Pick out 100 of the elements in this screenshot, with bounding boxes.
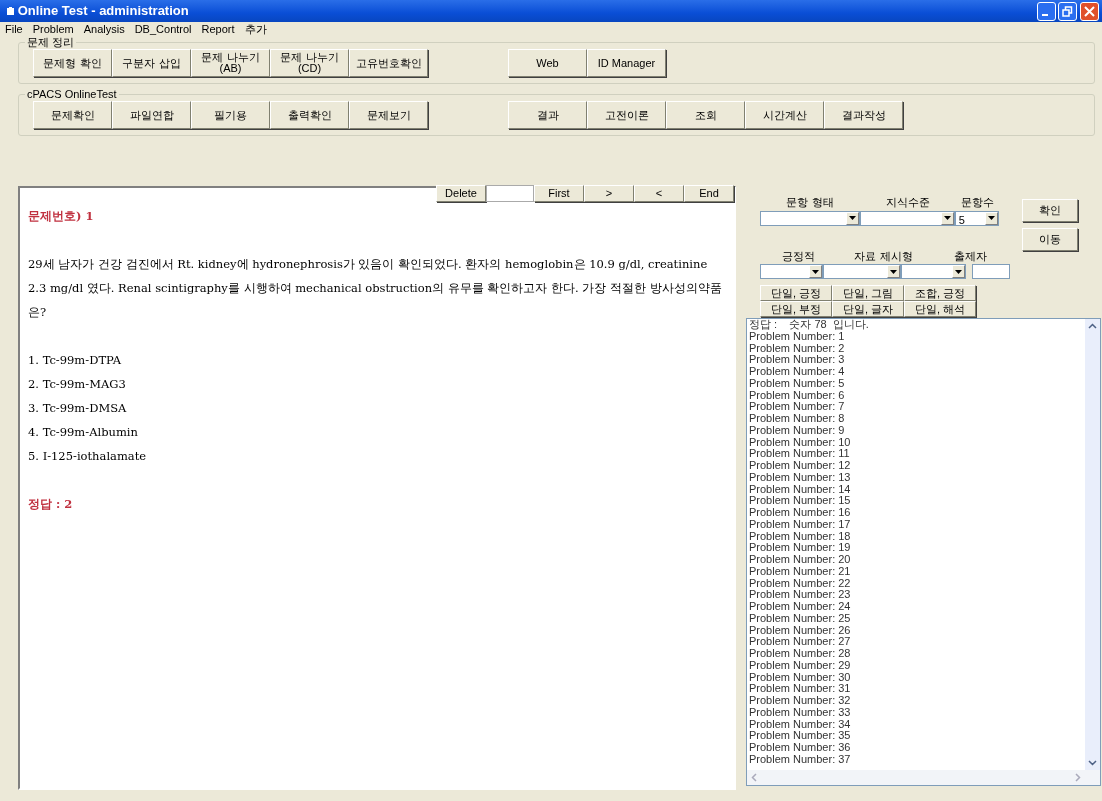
minimize-icon — [1041, 14, 1048, 16]
filter-dropdown[interactable] — [900, 264, 966, 279]
menu-item[interactable]: File — [0, 22, 28, 36]
filter-label: 지식수준 — [885, 195, 930, 210]
record-field[interactable] — [486, 185, 534, 202]
toolbar-button[interactable]: 출력확인 — [270, 101, 349, 129]
restore-button[interactable] — [1058, 1, 1078, 21]
filter-dropdown[interactable]: 5 — [955, 210, 999, 226]
minimize-button[interactable] — [1036, 1, 1056, 21]
log-line: Problem Number: 10 — [749, 436, 852, 449]
answer-option: 4. Tc-99m-Albumin — [28, 420, 726, 444]
answer-option: 1. Tc-99m-DTPA — [28, 348, 726, 372]
toolbar-button[interactable]: 결과 — [508, 101, 587, 129]
log-line: Problem Number: 29 — [749, 659, 852, 672]
nav-button[interactable]: End — [684, 185, 734, 202]
toolbar-button[interactable]: 파일연합 — [112, 101, 191, 129]
log-line: 정답 : 숫자 78 입니다. — [749, 319, 870, 331]
group-label: 문제 정리 — [25, 35, 77, 49]
filter-dropdown[interactable] — [760, 210, 860, 226]
category-button[interactable]: 단일, 그림 — [832, 285, 904, 301]
problem-number: 문제번호) 1 — [28, 208, 95, 225]
filter-label: 긍정적 — [781, 248, 815, 264]
log-line: Problem Number: 35 — [749, 730, 852, 742]
nav-button[interactable]: Delete — [436, 185, 486, 202]
group-label: cPACS OnlineTest — [25, 87, 119, 101]
log-line: Problem Number: 25 — [749, 612, 852, 625]
toolbar-button[interactable]: 고전이론 — [587, 101, 666, 129]
toolbar-button[interactable]: 결과작성 — [824, 101, 903, 129]
toolbar-button[interactable]: 문제 나누기 (CD) — [270, 49, 349, 77]
log-line: Problem Number: 12 — [749, 460, 852, 472]
log-line: Problem Number: 9 — [749, 424, 846, 437]
log-line: Problem Number: 14 — [749, 483, 852, 496]
question-text: 29세 남자가 건강 검진에서 Rt. kidney에 hydronephrosis가 있음이 확인되었다. 환자의 hemoglobin은 10.9 g/dl, creatinine 2.3 mg/dl 였다. Renal scintigraphy를 시행하여 mechanical obstruction의 유무를 확인하고자 한다. 가장 적절한 방사성의약품은? — [28, 256, 723, 321]
nav-button[interactable]: > — [584, 185, 634, 202]
log-line: Problem Number: 5 — [749, 377, 846, 390]
log-line: Problem Number: 33 — [749, 706, 852, 719]
horizontal-scrollbar[interactable] — [747, 770, 1100, 785]
log-line: Problem Number: 32 — [749, 695, 852, 707]
log-line: Problem Number: 1 — [749, 330, 845, 343]
action-button[interactable]: 확인 — [1022, 199, 1078, 222]
toolbar-button[interactable]: ID Manager — [587, 49, 666, 77]
filter-label: 출제자 — [953, 248, 987, 264]
log-line: Problem Number: 6 — [749, 389, 846, 402]
log-line: Problem Number: 27 — [749, 636, 852, 648]
log-line: Problem Number: 24 — [749, 601, 852, 613]
filter-label: 자료 제시형 — [854, 248, 913, 264]
toolbar-button[interactable]: 시간계산 — [745, 101, 824, 129]
filter-dropdown[interactable] — [760, 264, 823, 279]
answer-option: 3. Tc-99m-DMSA — [28, 396, 726, 420]
log-line: Problem Number: 20 — [749, 554, 852, 566]
menu-item[interactable]: Analysis — [78, 22, 130, 36]
toolbar-button[interactable]: 구분자 삽입 — [112, 49, 191, 77]
log-line: Problem Number: 2 — [749, 342, 846, 355]
menu-item[interactable]: DB_Control — [129, 22, 197, 36]
toolbar-button[interactable]: 필기용 — [191, 101, 270, 129]
log-line: Problem Number: 34 — [749, 718, 852, 731]
log-line: Problem Number: 15 — [749, 495, 852, 507]
log-line: Problem Number: 37 — [749, 753, 852, 766]
vertical-scrollbar[interactable] — [1085, 319, 1100, 770]
answer-text: 정답 : 2 — [28, 496, 74, 513]
restore-icon — [1062, 5, 1074, 17]
log-line: Problem Number: 26 — [749, 624, 852, 637]
close-button[interactable] — [1080, 1, 1099, 21]
log-line: Problem Number: 19 — [749, 542, 852, 554]
nav-button[interactable]: < — [634, 185, 684, 202]
toolbar-button[interactable]: 문제확인 — [33, 101, 112, 129]
filter-label: 문항수 — [960, 195, 994, 210]
toolbar-button[interactable]: 문제보기 — [349, 101, 428, 129]
log-line: Problem Number: 23 — [749, 589, 852, 601]
filter-dropdown[interactable] — [822, 264, 901, 279]
answer-option: 2. Tc-99m-MAG3 — [28, 372, 726, 396]
log-line: Problem Number: 36 — [749, 742, 852, 754]
app-icon — [6, 6, 15, 16]
toolbar-button[interactable]: Web — [508, 49, 587, 77]
toolbar-button[interactable]: 문제 나누기 (AB) — [191, 49, 270, 77]
category-button[interactable]: 단일, 글자 — [832, 301, 904, 317]
toolbar-button[interactable]: 문제형 확인 — [33, 49, 112, 77]
category-button[interactable]: 단일, 해석 — [904, 301, 976, 317]
menu-item[interactable]: Problem — [27, 22, 79, 36]
log-line: Problem Number: 21 — [749, 565, 852, 578]
log-line: Problem Number: 30 — [749, 671, 852, 684]
log-line: Problem Number: 16 — [749, 507, 852, 519]
filter-dropdown[interactable] — [860, 210, 955, 226]
log-line: Problem Number: 4 — [749, 366, 846, 378]
answer-option: 5. I-125-iothalamate — [28, 444, 726, 468]
menu-item[interactable]: Report — [196, 22, 240, 36]
log-line: Problem Number: 22 — [749, 577, 852, 590]
toolbar-button[interactable]: 고유번호확인 — [349, 49, 428, 77]
action-button[interactable]: 이동 — [1022, 227, 1078, 251]
log-line: Problem Number: 11 — [749, 448, 851, 460]
log-line: Problem Number: 31 — [749, 683, 852, 695]
window-title: Online Test - administration — [17, 2, 189, 21]
log-line: Problem Number: 17 — [749, 518, 852, 531]
category-button[interactable]: 단일, 부정 — [760, 301, 832, 317]
category-button[interactable]: 단일, 긍정 — [760, 285, 832, 301]
toolbar-button[interactable]: 조회 — [666, 101, 745, 129]
text-field[interactable] — [972, 264, 1010, 279]
category-button[interactable]: 조합, 긍정 — [904, 285, 976, 301]
nav-button[interactable]: First — [534, 185, 584, 202]
menu-item[interactable]: 추가 — [239, 22, 272, 36]
